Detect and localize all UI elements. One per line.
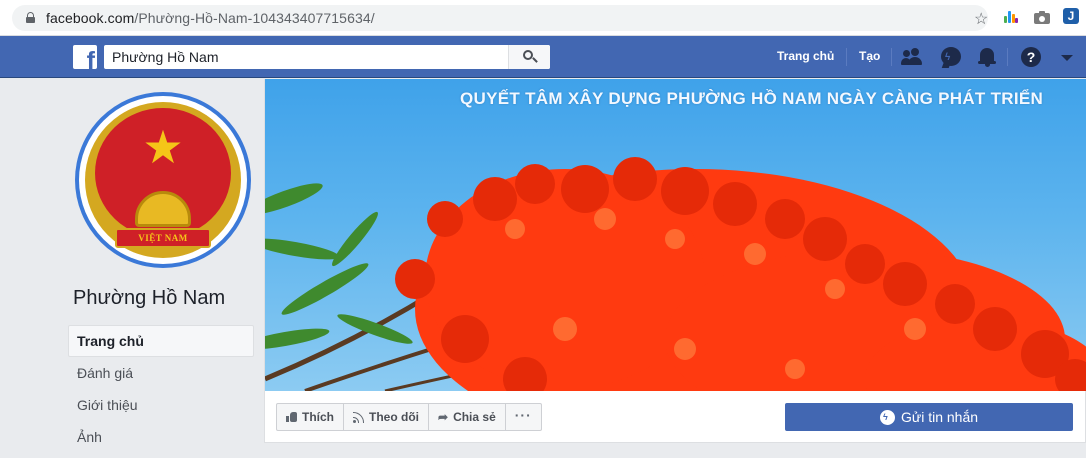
search-box bbox=[104, 45, 550, 69]
more-icon: ··· bbox=[514, 407, 532, 423]
follow-button[interactable]: Theo dõi bbox=[344, 404, 429, 430]
thumbs-up-icon bbox=[286, 412, 297, 422]
cover-slogan: QUYẾT TÂM XÂY DỰNG PHƯỜNG HỒ NAM NGÀY CÀ… bbox=[460, 89, 1044, 108]
bookmark-star-icon[interactable]: ☆ bbox=[974, 12, 988, 28]
send-message-button[interactable]: ϟ Gửi tin nhắn bbox=[785, 403, 1073, 431]
browser-toolbar: facebook.com/Phường-Hồ-Nam-1043434077156… bbox=[0, 0, 1086, 36]
page-sidebar-nav: Trang chủ Đánh giá Giới thiệu Ảnh bbox=[68, 325, 254, 453]
cover-photo[interactable]: QUYẾT TÂM XÂY DỰNG PHƯỜNG HỒ NAM NGÀY CÀ… bbox=[265, 79, 1086, 391]
page-action-bar: Thích Theo dõi ➦ Chia sẻ ··· bbox=[276, 403, 542, 431]
camera-extension-icon[interactable] bbox=[1034, 11, 1050, 24]
nav-divider bbox=[1007, 48, 1008, 66]
rss-icon bbox=[353, 411, 364, 423]
lock-icon[interactable] bbox=[26, 12, 35, 23]
nav-divider bbox=[891, 48, 892, 66]
more-options-button[interactable]: ··· bbox=[506, 404, 541, 430]
page-title[interactable]: Phường Hồ Nam bbox=[73, 287, 225, 310]
friend-requests-icon[interactable] bbox=[901, 45, 927, 69]
share-arrow-icon: ➦ bbox=[438, 410, 449, 424]
share-button[interactable]: ➦ Chia sẻ bbox=[429, 404, 506, 430]
search-button[interactable] bbox=[508, 45, 550, 69]
messenger-icon[interactable]: ϟ bbox=[939, 45, 963, 69]
sidebar-item-home[interactable]: Trang chủ bbox=[68, 325, 254, 357]
url-host: facebook.com bbox=[46, 10, 135, 26]
url-text[interactable]: facebook.com/Phường-Hồ-Nam-1043434077156… bbox=[46, 10, 375, 26]
help-icon[interactable]: ? bbox=[1019, 45, 1043, 69]
extension-bars-icon[interactable] bbox=[1004, 9, 1018, 23]
nav-home-link[interactable]: Trang chủ bbox=[777, 49, 834, 63]
facebook-header: f Trang chủ Tạo ϟ ? bbox=[0, 36, 1086, 78]
star-icon: ★ bbox=[142, 121, 184, 173]
j-extension-icon[interactable]: J bbox=[1063, 8, 1079, 24]
sidebar-item-reviews[interactable]: Đánh giá bbox=[68, 357, 254, 389]
share-label: Chia sẻ bbox=[453, 410, 496, 424]
nav-divider bbox=[846, 48, 847, 66]
sidebar-item-photos[interactable]: Ảnh bbox=[68, 421, 254, 453]
address-bar[interactable]: facebook.com/Phường-Hồ-Nam-1043434077156… bbox=[12, 5, 988, 31]
nav-create-link[interactable]: Tạo bbox=[859, 49, 880, 63]
emblem-ribbon-text: VIỆT NAM bbox=[138, 233, 188, 243]
send-message-label: Gửi tin nhắn bbox=[900, 409, 979, 425]
search-input[interactable] bbox=[104, 45, 508, 69]
flame-tree-illustration bbox=[265, 157, 1086, 391]
sidebar-item-about[interactable]: Giới thiệu bbox=[68, 389, 254, 421]
follow-label: Theo dõi bbox=[369, 410, 419, 424]
notifications-icon[interactable] bbox=[975, 45, 999, 69]
account-menu-icon[interactable] bbox=[1061, 55, 1073, 61]
like-button[interactable]: Thích bbox=[277, 404, 344, 430]
url-path: /Phường-Hồ-Nam-104343407715634/ bbox=[134, 10, 375, 26]
state-emblem-image: ★ VIỆT NAM bbox=[79, 96, 247, 264]
messenger-icon: ϟ bbox=[879, 409, 895, 425]
profile-picture[interactable]: ★ VIỆT NAM bbox=[75, 92, 251, 268]
like-label: Thích bbox=[302, 410, 334, 424]
facebook-logo-icon[interactable]: f bbox=[73, 45, 97, 69]
